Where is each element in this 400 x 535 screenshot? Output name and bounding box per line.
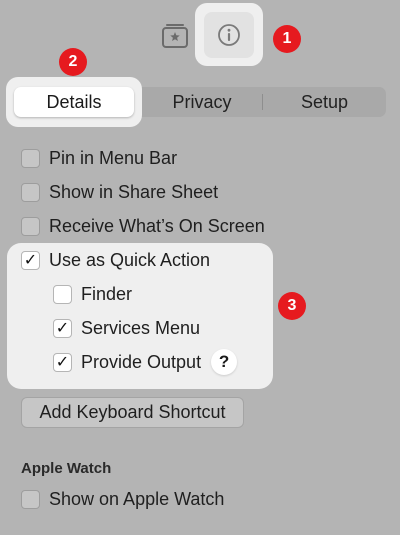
tab-setup[interactable]: Setup: [263, 87, 386, 117]
option-pin-menu-bar[interactable]: Pin in Menu Bar: [21, 145, 177, 171]
tab-details[interactable]: Details: [14, 87, 134, 117]
info-button[interactable]: [204, 12, 254, 58]
checkmark-icon: ✓: [23, 252, 38, 269]
option-finder[interactable]: Finder: [53, 281, 132, 307]
pin-menu-bar-label: Pin in Menu Bar: [49, 147, 178, 168]
option-quick-action[interactable]: ✓ Use as Quick Action: [21, 247, 210, 273]
pin-menu-bar-checkbox[interactable]: [21, 148, 40, 168]
receive-screen-checkbox[interactable]: [21, 216, 40, 236]
apple-watch-checkbox[interactable]: [21, 489, 40, 509]
quick-action-checkbox[interactable]: ✓: [21, 250, 40, 270]
option-apple-watch[interactable]: Show on Apple Watch: [21, 486, 224, 512]
checkmark-icon: ✓: [55, 320, 70, 337]
tab-privacy[interactable]: Privacy: [142, 87, 262, 117]
step-badge-2: 2: [59, 48, 87, 76]
receive-screen-label: Receive What’s On Screen: [49, 215, 265, 236]
finder-label: Finder: [81, 283, 133, 304]
option-provide-output[interactable]: ✓ Provide Output ?: [53, 349, 238, 375]
share-sheet-checkbox[interactable]: [21, 182, 40, 202]
provide-output-checkbox[interactable]: ✓: [53, 352, 72, 372]
info-circle-icon: [218, 24, 240, 46]
option-receive-screen[interactable]: Receive What’s On Screen: [21, 213, 265, 239]
help-button[interactable]: ?: [211, 349, 238, 375]
add-keyboard-shortcut-button[interactable]: Add Keyboard Shortcut: [21, 397, 244, 428]
checkmark-icon: ✓: [55, 354, 70, 371]
option-share-sheet[interactable]: Show in Share Sheet: [21, 179, 218, 205]
quick-action-label: Use as Quick Action: [49, 249, 211, 270]
add-shortcut-icon[interactable]: [160, 20, 190, 50]
share-sheet-label: Show in Share Sheet: [49, 181, 219, 202]
finder-checkbox[interactable]: [53, 284, 72, 304]
services-menu-checkbox[interactable]: ✓: [53, 318, 72, 338]
step-badge-1: 1: [273, 25, 301, 53]
step-badge-3: 3: [278, 292, 306, 320]
provide-output-label: Provide Output: [81, 351, 202, 372]
apple-watch-heading: Apple Watch: [21, 460, 112, 477]
option-services-menu[interactable]: ✓ Services Menu: [53, 315, 200, 341]
services-menu-label: Services Menu: [81, 317, 201, 338]
apple-watch-label: Show on Apple Watch: [49, 488, 225, 509]
